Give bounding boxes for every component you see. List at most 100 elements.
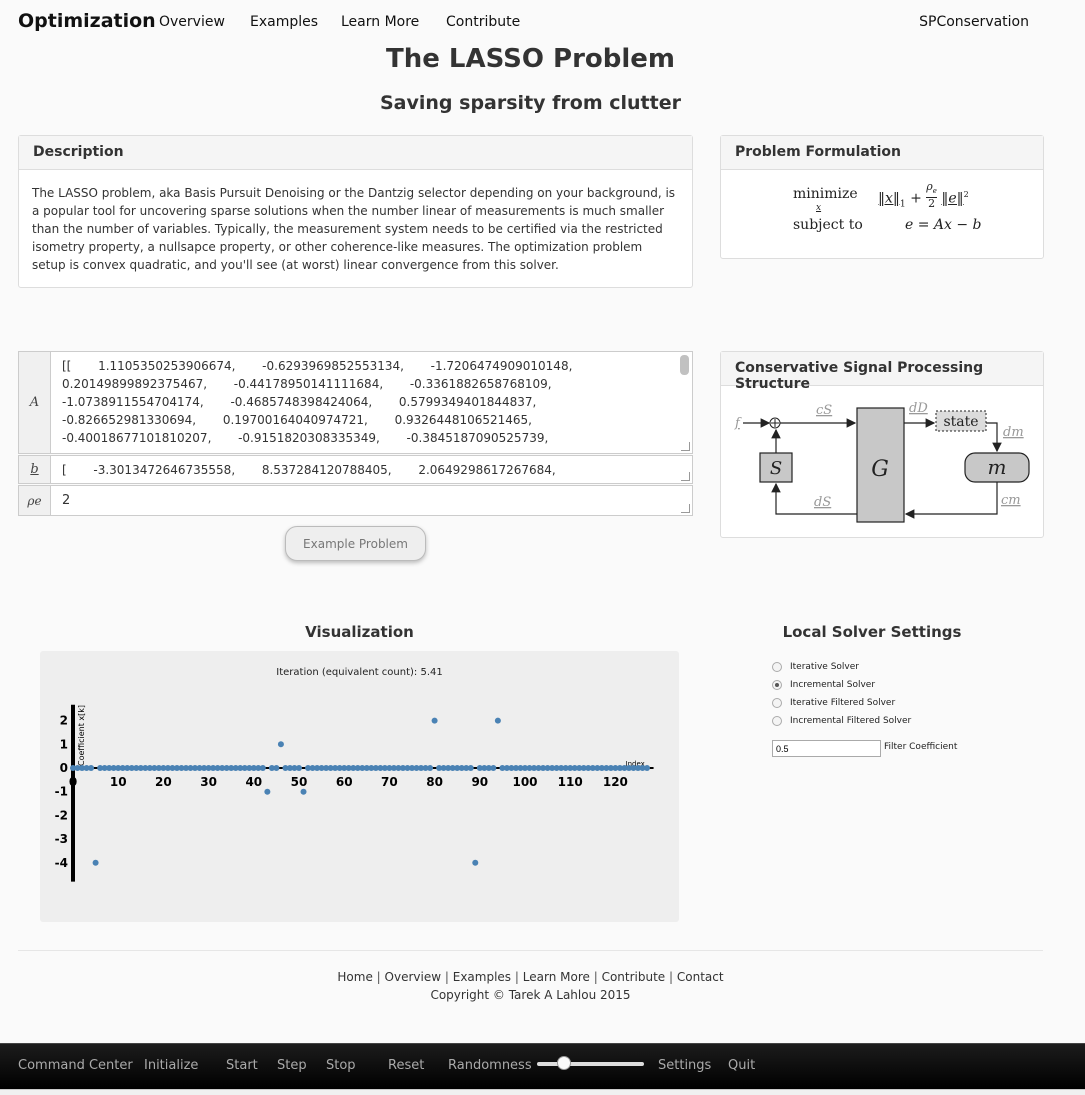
footer-overview[interactable]: Overview — [385, 970, 442, 984]
x-tick-label: 20 — [155, 775, 172, 789]
coefficient-point — [259, 765, 266, 771]
formulation-panel: Problem Formulation minimize x subject t… — [720, 135, 1044, 259]
x-tick-label: 100 — [512, 775, 537, 789]
coefficient-chart: Coefficient x[k] Index210-1-2-3-40 10 20 30 4… — [55, 704, 654, 882]
randomness-slider-handle[interactable] — [556, 1056, 571, 1070]
y-tick-label: 0 — [60, 761, 68, 775]
quit-button[interactable]: Quit — [728, 1058, 755, 1073]
vector-b-value[interactable]: [ -3.3013472646735558, 8.537284120788405… — [62, 461, 674, 481]
matrix-a-field[interactable]: A [[ 1.1105350253906674, -0.629396985255… — [18, 351, 693, 454]
block-g-label: G — [871, 457, 889, 482]
radio-iterative-filtered-solver[interactable] — [772, 698, 782, 708]
coefficient-point — [644, 765, 651, 771]
block-m-label: m — [988, 455, 1007, 479]
option-iterative-solver[interactable]: Iterative Solver — [772, 660, 859, 674]
brand-link[interactable]: Optimization — [18, 10, 156, 32]
matrix-a-value[interactable]: [[ 1.1105350253906674, -0.62939698525531… — [62, 357, 674, 451]
coefficient-point — [88, 765, 95, 771]
signal-cs: cS — [816, 403, 832, 418]
x-tick-label: 120 — [603, 775, 628, 789]
randomness-slider[interactable] — [537, 1062, 644, 1066]
matrix-a-label: A — [19, 352, 51, 453]
signal-cm: cm — [1001, 493, 1021, 508]
signal-f: f — [734, 416, 742, 431]
structure-panel: Conservative Signal Processing Structure… — [720, 351, 1044, 538]
y-tick-label: 1 — [60, 737, 68, 751]
structure-diagram: G S m state f cS dD dm dS cm — [734, 401, 1030, 523]
vector-b-resize-handle[interactable] — [681, 472, 690, 481]
option-iterative-filtered-solver[interactable]: Iterative Filtered Solver — [772, 696, 895, 710]
y-axis-title: Coefficient x[k] — [77, 705, 86, 766]
rho-value[interactable]: 2 — [62, 492, 674, 513]
radio-iterative-solver[interactable] — [772, 662, 782, 672]
footer-divider — [18, 950, 1043, 951]
matrix-a-scrollbar[interactable] — [680, 355, 689, 375]
matrix-a-resize-handle[interactable] — [681, 442, 690, 451]
vector-b-field[interactable]: b [ -3.3013472646735558, 8.5372841207884… — [18, 455, 693, 484]
radio-incremental-solver[interactable] — [772, 680, 782, 690]
formulation-minimize: minimize — [793, 186, 858, 202]
example-problem-button[interactable]: Example Problem — [285, 526, 426, 561]
description-panel: Description The LASSO problem, aka Basis… — [18, 135, 693, 288]
coefficient-point — [467, 765, 474, 771]
copyright: Copyright © Tarek A Lahlou 2015 — [430, 988, 631, 1002]
visualization-canvas: Iteration (equivalent count): 5.41 Coeff… — [40, 651, 679, 922]
formulation-objective: ‖x‖1 + ρe 2 ‖e‖2 — [878, 180, 969, 211]
nav-contribute[interactable]: Contribute — [446, 14, 520, 30]
filter-coefficient-label: Filter Coefficient — [884, 742, 958, 752]
filter-coefficient-input[interactable] — [772, 740, 881, 757]
x-tick-label: 90 — [471, 775, 488, 789]
reset-button[interactable]: Reset — [388, 1058, 424, 1073]
step-button[interactable]: Step — [277, 1058, 307, 1073]
y-tick-label: -3 — [55, 832, 68, 846]
settings-heading: Local Solver Settings — [782, 623, 962, 641]
footer-examples[interactable]: Examples — [453, 970, 511, 984]
initialize-button[interactable]: Initialize — [144, 1058, 198, 1073]
radio-incremental-filtered-solver[interactable] — [772, 716, 782, 726]
nav-overview[interactable]: Overview — [159, 14, 225, 30]
footer-links: Home | Overview | Examples | Learn More … — [337, 970, 724, 984]
nav-learn-more[interactable]: Learn More — [341, 14, 419, 30]
bottom-strip — [0, 1089, 1085, 1095]
structure-heading: Conservative Signal Processing Structure — [721, 352, 1043, 392]
signal-dm: dm — [1003, 425, 1024, 440]
x-tick-label: 10 — [110, 775, 127, 789]
x-tick-label: 40 — [245, 775, 262, 789]
state-label: state — [943, 414, 978, 430]
page-subtitle: Saving sparsity from clutter — [380, 92, 681, 114]
coefficient-point — [490, 765, 497, 771]
coefficient-point — [427, 765, 434, 771]
vector-b-label: b — [19, 456, 51, 483]
footer-contact[interactable]: Contact — [677, 970, 724, 984]
footer-contribute[interactable]: Contribute — [602, 970, 666, 984]
nav-examples[interactable]: Examples — [250, 14, 318, 30]
visualization-heading: Visualization — [305, 623, 414, 641]
x-tick-label: 70 — [381, 775, 398, 789]
top-navbar: Optimization Overview Examples Learn Mor… — [0, 0, 1085, 44]
option-incremental-filtered-solver[interactable]: Incremental Filtered Solver — [772, 714, 911, 728]
x-tick-label: 0 — [69, 775, 77, 789]
stop-button[interactable]: Stop — [326, 1058, 356, 1073]
start-button[interactable]: Start — [226, 1058, 258, 1073]
rho-resize-handle[interactable] — [681, 504, 690, 513]
footer-home[interactable]: Home — [337, 970, 372, 984]
coefficient-point — [296, 765, 302, 771]
signal-dd: dD — [909, 401, 928, 416]
footer-learn-more[interactable]: Learn More — [523, 970, 590, 984]
description-heading: Description — [19, 136, 692, 170]
rho-field[interactable]: ρe 2 — [18, 485, 693, 516]
description-text: The LASSO problem, aka Basis Pursuit Den… — [32, 186, 676, 272]
option-incremental-solver[interactable]: Incremental Solver — [772, 678, 875, 692]
settings-button[interactable]: Settings — [658, 1058, 711, 1073]
x-tick-label: 50 — [291, 775, 308, 789]
command-center-label: Command Center — [18, 1058, 133, 1073]
formulation-constraint: e = Ax − b — [905, 217, 982, 233]
command-bar: Command Center Initialize Start Step Sto… — [0, 1043, 1085, 1089]
nav-spconservation[interactable]: SPConservation — [919, 14, 1029, 30]
x-tick-label: 30 — [200, 775, 217, 789]
signal-ds: dS — [814, 495, 831, 510]
coefficient-point-nonzero — [472, 859, 479, 866]
coefficient-point-nonzero — [264, 788, 271, 795]
y-tick-label: -1 — [55, 785, 68, 799]
x-tick-label: 60 — [336, 775, 353, 789]
